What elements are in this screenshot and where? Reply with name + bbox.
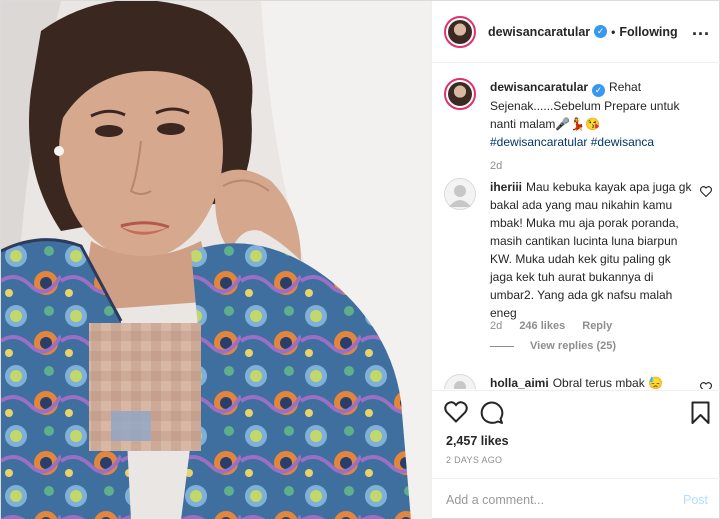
- comments-list[interactable]: dewisancaratular ✓ Rehat Sejenak......Sebe…: [432, 64, 720, 389]
- caption-hashtags[interactable]: #dewisancaratular #dewisanca: [490, 135, 654, 149]
- post-dialog: dewisancaratular ✓ • Following ... dewis…: [0, 0, 720, 519]
- replies-divider: [490, 345, 514, 347]
- photo-illustration: [1, 1, 431, 519]
- action-icons: [444, 401, 710, 427]
- comment-meta: 2d 246 likes Reply: [490, 320, 626, 332]
- caption-body: dewisancaratular ✓ Rehat Sejenak......Sebe…: [490, 78, 696, 151]
- default-avatar-icon: [454, 381, 466, 389]
- add-comment-input[interactable]: [446, 492, 683, 507]
- caption: dewisancaratular ✓ Rehat Sejenak......Sebe…: [444, 78, 712, 178]
- comment-body: iheriii Mau kebuka kayak apa juga gk baka…: [490, 178, 696, 322]
- comment-text: Obral terus mbak 😓: [552, 376, 663, 389]
- default-avatar-icon: [449, 185, 471, 207]
- comment-item: iheriii Mau kebuka kayak apa juga gk baka…: [444, 178, 712, 360]
- post-timestamp: 2 DAYS AGO: [446, 455, 503, 465]
- verified-badge-icon: ✓: [592, 84, 606, 97]
- more-options-icon[interactable]: ...: [692, 20, 710, 38]
- header-username[interactable]: dewisancaratular: [488, 25, 590, 39]
- comment-likes[interactable]: 246 likes: [519, 320, 565, 332]
- separator-dot: •: [611, 24, 616, 39]
- comment-username[interactable]: holla_aimi: [490, 376, 549, 389]
- bookmark-icon[interactable]: [691, 401, 710, 425]
- comment-body: holla_aimi Obral terus mbak 😓: [490, 374, 696, 389]
- comment-text: Mau kebuka kayak apa juga gk bakal ada y…: [490, 180, 692, 320]
- commenter-avatar[interactable]: [444, 178, 476, 210]
- caption-username[interactable]: dewisancaratular: [490, 80, 588, 94]
- comment-age: 2d: [490, 320, 503, 332]
- comment-like-heart-icon[interactable]: [700, 186, 712, 197]
- comment-like-heart-icon[interactable]: [700, 382, 712, 389]
- commenter-avatar[interactable]: [444, 374, 476, 389]
- comment-username[interactable]: iheriii: [490, 180, 522, 194]
- post-button[interactable]: Post: [683, 493, 708, 507]
- view-replies-label: View replies (25): [530, 340, 617, 352]
- post-photo[interactable]: [1, 1, 431, 519]
- caption-meta: 2d: [490, 160, 516, 172]
- caption-age: 2d: [490, 160, 503, 172]
- caption-avatar[interactable]: [444, 78, 476, 110]
- add-comment-bar: Post: [432, 478, 720, 519]
- post-sidebar: dewisancaratular ✓ • Following ... dewis…: [431, 1, 720, 519]
- comment-item: holla_aimi Obral terus mbak 😓: [444, 374, 712, 389]
- view-replies-button[interactable]: View replies (25): [490, 340, 616, 352]
- reply-button[interactable]: Reply: [582, 320, 612, 332]
- comment-icon[interactable]: [480, 401, 504, 425]
- verified-badge-icon: ✓: [594, 25, 608, 38]
- avatar[interactable]: [444, 15, 476, 48]
- post-header: dewisancaratular ✓ • Following ...: [432, 1, 720, 63]
- likes-count[interactable]: 2,457 likes: [446, 434, 509, 448]
- heart-icon[interactable]: [444, 401, 468, 423]
- following-button[interactable]: Following: [619, 25, 677, 39]
